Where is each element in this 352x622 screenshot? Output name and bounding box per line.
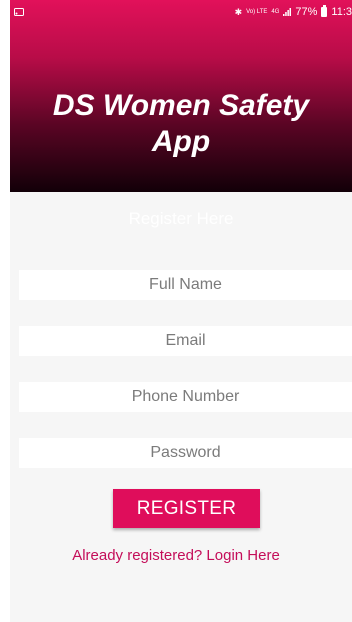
email-input[interactable]	[19, 326, 352, 356]
app-header: ✱ Vo) LTE 4G 77% 11:3 DS Women Safety Ap…	[10, 0, 352, 192]
clock: 11:3	[331, 6, 352, 18]
app-title: DS Women Safety App	[52, 89, 310, 158]
battery-icon	[321, 5, 328, 17]
volte-icon: Vo) LTE	[246, 9, 268, 15]
battery-percent: 77%	[295, 6, 318, 18]
register-button[interactable]: REGISTER	[113, 489, 260, 528]
bluetooth-icon: ✱	[234, 6, 243, 17]
status-bar: ✱ Vo) LTE 4G 77% 11:3	[10, 0, 352, 26]
status-icons: ✱ Vo) LTE 4G 77% 11:3	[234, 5, 352, 18]
login-link[interactable]: Already registered? Login Here	[10, 547, 352, 564]
form-heading: Register Here	[128, 209, 234, 228]
app-screen: ✱ Vo) LTE 4G 77% 11:3 DS Women Safety Ap…	[10, 0, 352, 622]
phone-number-input[interactable]	[19, 382, 352, 412]
full-name-input[interactable]	[19, 270, 352, 300]
screen-cast-icon	[14, 8, 24, 16]
network-type-icon: 4G	[271, 9, 280, 15]
password-input[interactable]	[19, 438, 352, 468]
signal-icon	[283, 8, 292, 16]
